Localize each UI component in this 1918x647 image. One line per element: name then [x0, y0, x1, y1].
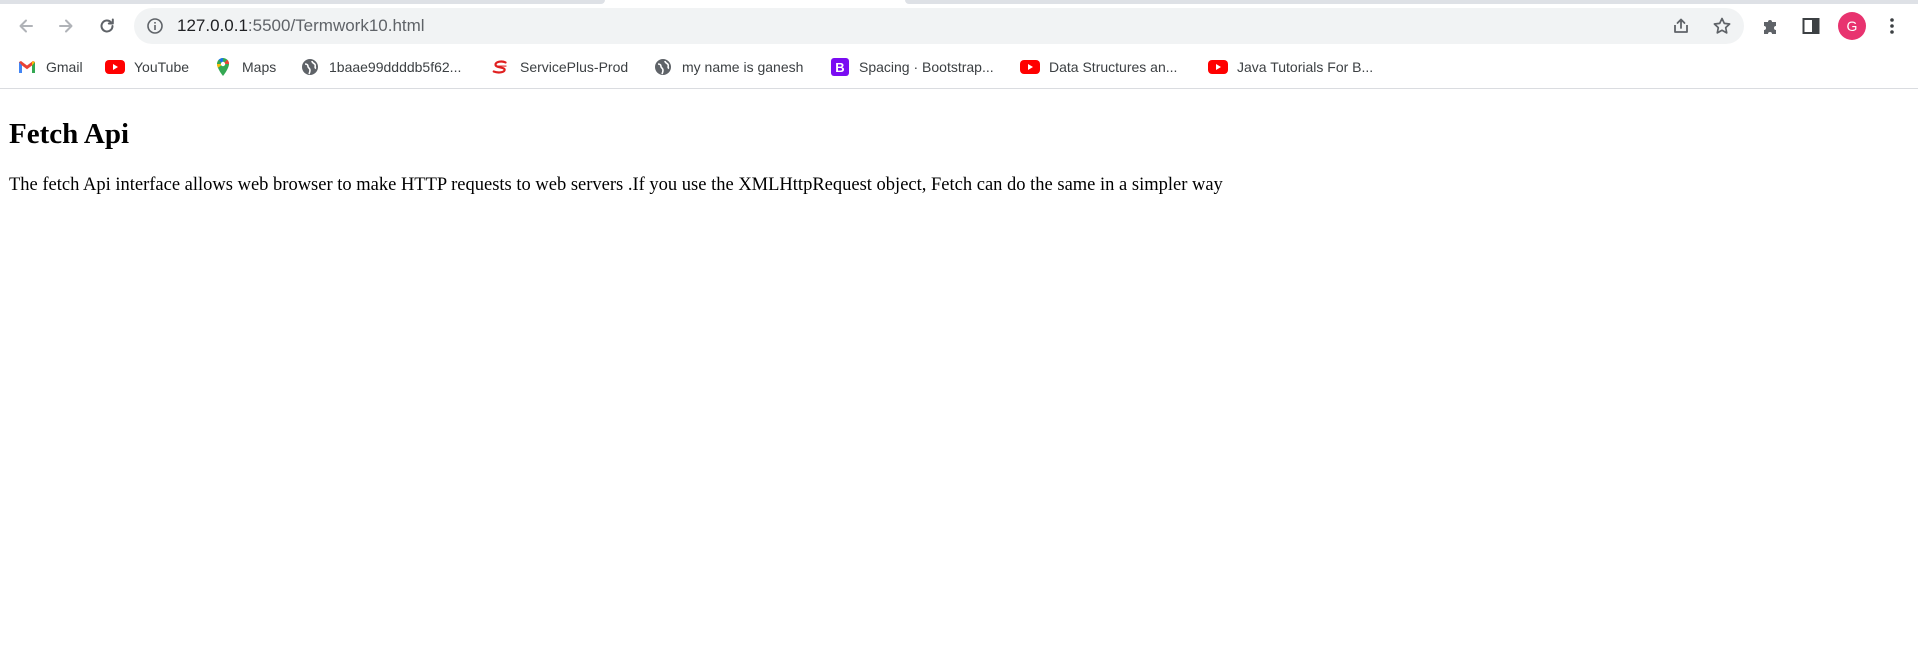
- page-content: Fetch Api The fetch Api interface allows…: [0, 89, 1918, 647]
- tab-strip-left: [0, 0, 605, 4]
- page-paragraph: The fetch Api interface allows web brows…: [9, 175, 1223, 195]
- bookmark-label: Java Tutorials For B...: [1237, 59, 1374, 75]
- svg-text:B: B: [835, 60, 844, 75]
- url-text[interactable]: 127.0.0.1:5500/Termwork10.html: [177, 16, 425, 36]
- bookmark-label: my name is ganesh: [682, 59, 804, 75]
- bookmark-label: Maps: [242, 59, 277, 75]
- globe-icon: [653, 57, 673, 77]
- bookmark-1baae99[interactable]: 1baae99ddddb5f62...: [300, 56, 461, 78]
- youtube-icon: [1020, 57, 1040, 77]
- back-button[interactable]: [14, 14, 38, 38]
- address-bar[interactable]: 127.0.0.1:5500/Termwork10.html: [134, 8, 1744, 44]
- share-button[interactable]: [1670, 15, 1692, 37]
- bookmark-my-name-is-ganesh[interactable]: my name is ganesh: [653, 56, 803, 78]
- youtube-icon: [105, 57, 125, 77]
- bookmark-label: Spacing · Bootstrap...: [859, 59, 994, 75]
- url-path: :5500/Termwork10.html: [247, 16, 425, 35]
- bookmark-label: YouTube: [134, 59, 190, 75]
- puzzle-icon: [1764, 20, 1776, 34]
- serviceplus-icon: [491, 57, 511, 77]
- bookmark-serviceplus[interactable]: ServicePlus-Prod: [491, 56, 628, 78]
- arrow-left-icon: [19, 19, 33, 33]
- bootstrap-icon: B: [830, 57, 850, 77]
- gmail-icon: [17, 57, 37, 77]
- bookmarks-bar: Gmail YouTube Maps 1baae99ddddb5f62... S…: [0, 52, 1918, 82]
- bookmark-gmail[interactable]: Gmail: [17, 56, 83, 78]
- bookmark-label: Gmail: [46, 59, 83, 75]
- share-icon: [1674, 18, 1688, 33]
- side-panel-button[interactable]: [1799, 14, 1823, 38]
- site-info-icon[interactable]: [146, 17, 164, 35]
- side-panel-icon: [1802, 18, 1820, 34]
- star-icon: [1713, 17, 1731, 34]
- reload-button[interactable]: [95, 14, 119, 38]
- reload-icon: [100, 18, 114, 33]
- maps-icon: [213, 57, 233, 77]
- page-heading: Fetch Api: [9, 118, 130, 150]
- tab-strip-right: [905, 0, 1918, 4]
- bookmark-data-structures[interactable]: Data Structures an...: [1020, 56, 1177, 78]
- extensions-button[interactable]: [1759, 14, 1783, 38]
- bookmark-java-tutorials[interactable]: Java Tutorials For B...: [1208, 56, 1373, 78]
- forward-button[interactable]: [54, 14, 78, 38]
- bookmark-maps[interactable]: Maps: [213, 56, 276, 78]
- more-vertical-icon: [1890, 18, 1894, 34]
- bookmark-youtube[interactable]: YouTube: [105, 56, 189, 78]
- globe-icon: [300, 57, 320, 77]
- bookmark-bootstrap-spacing[interactable]: B Spacing · Bootstrap...: [830, 56, 994, 78]
- url-host: 127.0.0.1: [177, 16, 248, 35]
- browser-toolbar: 127.0.0.1:5500/Termwork10.html: [0, 8, 1918, 44]
- arrow-right-icon: [59, 19, 73, 33]
- menu-button[interactable]: [1880, 14, 1904, 38]
- bookmark-label: 1baae99ddddb5f62...: [329, 59, 462, 75]
- bookmark-label: Data Structures an...: [1049, 59, 1178, 75]
- bookmark-star-button[interactable]: [1711, 15, 1733, 37]
- bookmark-label: ServicePlus-Prod: [520, 59, 629, 75]
- youtube-icon: [1208, 57, 1228, 77]
- profile-avatar[interactable]: G: [1838, 12, 1866, 40]
